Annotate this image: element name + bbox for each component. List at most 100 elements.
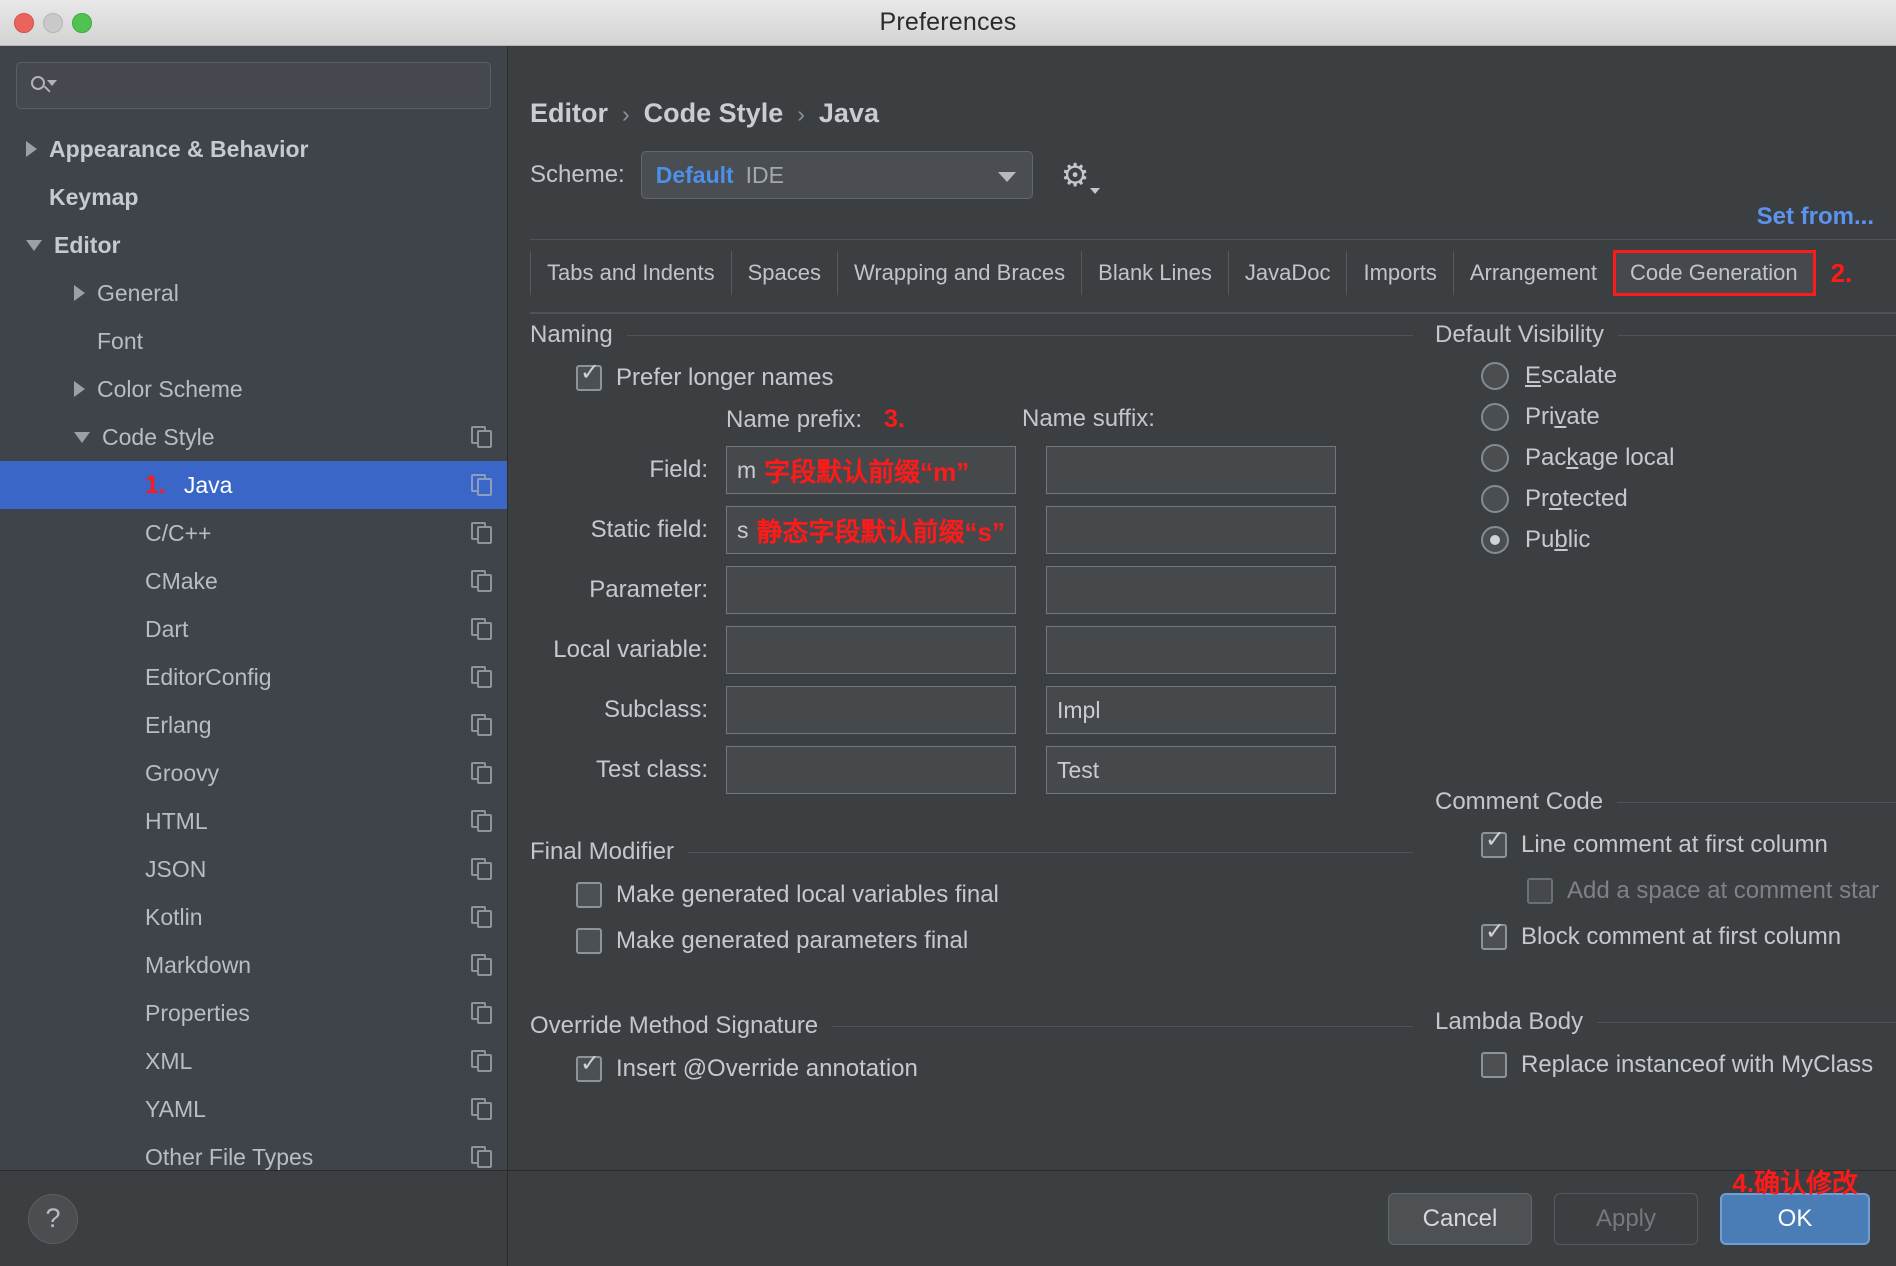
visibility-public-radio[interactable] — [1481, 525, 1509, 554]
copy-icon[interactable] — [471, 666, 493, 688]
sidebar-item-appearance-behavior[interactable]: Appearance & Behavior — [0, 125, 507, 173]
copy-icon[interactable] — [471, 906, 493, 928]
sidebar-item-markdown[interactable]: Markdown — [0, 941, 507, 989]
copy-icon[interactable] — [471, 474, 493, 496]
sidebar-item-editor[interactable]: Editor — [0, 221, 507, 269]
search-box[interactable] — [16, 62, 491, 109]
sidebar-item-html[interactable]: HTML — [0, 797, 507, 845]
copy-icon[interactable] — [471, 810, 493, 832]
comment-line-comment-at-first-column-checkbox[interactable] — [1481, 827, 1507, 858]
final-modifier-make-generated-local-variables-final-row[interactable]: Make generated local variables final — [530, 872, 1413, 918]
comment-line-comment-at-first-column-row[interactable]: Line comment at first column — [1435, 822, 1896, 868]
sidebar-item-other-file-types[interactable]: Other File Types — [0, 1133, 507, 1170]
lambda-replace-instanceof-with-myclass-row[interactable]: Replace instanceof with MyClass — [1435, 1042, 1896, 1088]
breadcrumb-item-java[interactable]: Java — [819, 98, 879, 129]
comment-block-comment-at-first-column-checkbox[interactable] — [1481, 919, 1507, 950]
breadcrumb-item-code-style[interactable]: Code Style — [644, 98, 784, 129]
override-insert-override-annotation-checkbox[interactable] — [576, 1051, 602, 1082]
prefix-input-local-variable[interactable] — [726, 626, 1016, 674]
sidebar-item-properties[interactable]: Properties — [0, 989, 507, 1037]
visibility-package-local-radio[interactable] — [1481, 443, 1509, 472]
final-modifier-make-generated-local-variables-final-checkbox[interactable] — [576, 882, 602, 908]
copy-icon[interactable] — [471, 858, 493, 880]
comment-block-comment-at-first-column-row[interactable]: Block comment at first column — [1435, 914, 1896, 960]
copy-icon[interactable] — [471, 1146, 493, 1168]
sidebar-item-general[interactable]: General — [0, 269, 507, 317]
copy-icon[interactable] — [471, 1098, 493, 1120]
chevron-right-icon[interactable] — [74, 285, 85, 301]
apply-button[interactable]: Apply — [1554, 1192, 1698, 1245]
prefix-input-subclass[interactable] — [726, 686, 1016, 734]
visibility-private-row[interactable]: Private — [1435, 396, 1896, 437]
visibility-public-row[interactable]: Public — [1435, 519, 1896, 560]
prefix-input-test-class[interactable] — [726, 746, 1016, 794]
search-input[interactable] — [55, 74, 478, 97]
final-modifier-make-generated-parameters-final-checkbox[interactable] — [576, 928, 602, 954]
copy-icon[interactable] — [471, 1002, 493, 1024]
chevron-right-icon[interactable] — [74, 381, 85, 397]
tab-javadoc[interactable]: JavaDoc — [1229, 251, 1348, 295]
sidebar-item-c-c[interactable]: C/C++ — [0, 509, 507, 557]
sidebar-item-kotlin[interactable]: Kotlin — [0, 893, 507, 941]
sidebar-item-json[interactable]: JSON — [0, 845, 507, 893]
set-from-link[interactable]: Set from... — [1757, 203, 1874, 231]
suffix-input-test-class[interactable]: Test — [1046, 746, 1336, 794]
copy-icon[interactable] — [471, 762, 493, 784]
breadcrumb-item-editor[interactable]: Editor — [530, 98, 608, 129]
copy-icon[interactable] — [471, 618, 493, 640]
copy-icon[interactable] — [471, 714, 493, 736]
tab-spaces[interactable]: Spaces — [732, 251, 838, 295]
tab-arrangement[interactable]: Arrangement — [1454, 251, 1615, 295]
cancel-button[interactable]: Cancel — [1388, 1192, 1532, 1245]
tab-tabs-and-indents[interactable]: Tabs and Indents — [530, 251, 732, 295]
copy-icon[interactable] — [471, 426, 493, 448]
sidebar-item-editorconfig[interactable]: EditorConfig — [0, 653, 507, 701]
suffix-input-static-field[interactable] — [1046, 506, 1336, 554]
tab-blank-lines[interactable]: Blank Lines — [1082, 251, 1229, 295]
tab-code-generation[interactable]: Code Generation — [1613, 250, 1816, 296]
sidebar-item-erlang[interactable]: Erlang — [0, 701, 507, 749]
visibility-private-radio[interactable] — [1481, 402, 1509, 431]
ok-button[interactable]: OK — [1720, 1192, 1870, 1245]
sidebar-item-java[interactable]: 1. Java — [0, 461, 507, 509]
final-modifier-make-generated-parameters-final-row[interactable]: Make generated parameters final — [530, 918, 1413, 964]
suffix-input-subclass[interactable]: Impl — [1046, 686, 1336, 734]
copy-icon[interactable] — [471, 570, 493, 592]
visibility-package-local-row[interactable]: Package local — [1435, 437, 1896, 478]
tab-wrapping-and-braces[interactable]: Wrapping and Braces — [838, 251, 1083, 295]
override-insert-override-annotation-row[interactable]: Insert @Override annotation — [530, 1046, 1413, 1092]
prefer-longer-names-checkbox[interactable] — [576, 360, 602, 391]
sidebar-item-color-scheme[interactable]: Color Scheme — [0, 365, 507, 413]
prefix-input-static-field[interactable]: s 静态字段默认前缀“s” — [726, 506, 1016, 554]
visibility-protected-radio[interactable] — [1481, 484, 1509, 513]
chevron-down-icon[interactable] — [26, 239, 42, 251]
tab-imports[interactable]: Imports — [1347, 251, 1454, 295]
scheme-dropdown[interactable]: Default IDE — [640, 151, 1033, 199]
chevron-right-icon[interactable] — [26, 141, 37, 157]
sidebar-item-font[interactable]: Font — [0, 317, 507, 365]
sidebar-item-label: Appearance & Behavior — [49, 135, 309, 162]
help-button[interactable]: ? — [28, 1193, 78, 1244]
sidebar-item-cmake[interactable]: CMake — [0, 557, 507, 605]
suffix-input-parameter[interactable] — [1046, 566, 1336, 614]
sidebar-item-xml[interactable]: XML — [0, 1037, 507, 1085]
prefix-input-parameter[interactable] — [726, 566, 1016, 614]
suffix-input-field[interactable] — [1046, 446, 1336, 494]
chevron-down-icon[interactable] — [74, 431, 90, 443]
lambda-replace-instanceof-with-myclass-checkbox[interactable] — [1481, 1052, 1507, 1078]
sidebar-item-dart[interactable]: Dart — [0, 605, 507, 653]
visibility-protected-row[interactable]: Protected — [1435, 478, 1896, 519]
suffix-input-local-variable[interactable] — [1046, 626, 1336, 674]
sidebar-item-yaml[interactable]: YAML — [0, 1085, 507, 1133]
gear-icon[interactable]: ⚙ — [1061, 158, 1100, 194]
sidebar-item-code-style[interactable]: Code Style — [0, 413, 507, 461]
visibility-escalate-radio[interactable] — [1481, 361, 1509, 390]
copy-icon[interactable] — [471, 1050, 493, 1072]
sidebar-item-groovy[interactable]: Groovy — [0, 749, 507, 797]
copy-icon[interactable] — [471, 954, 493, 976]
visibility-escalate-row[interactable]: Escalate — [1435, 355, 1896, 396]
prefer-longer-names-row[interactable]: Prefer longer names — [530, 355, 1413, 401]
prefix-input-field[interactable]: m 字段默认前缀“m” — [726, 446, 1016, 494]
sidebar-item-keymap[interactable]: Keymap — [0, 173, 507, 221]
copy-icon[interactable] — [471, 522, 493, 544]
